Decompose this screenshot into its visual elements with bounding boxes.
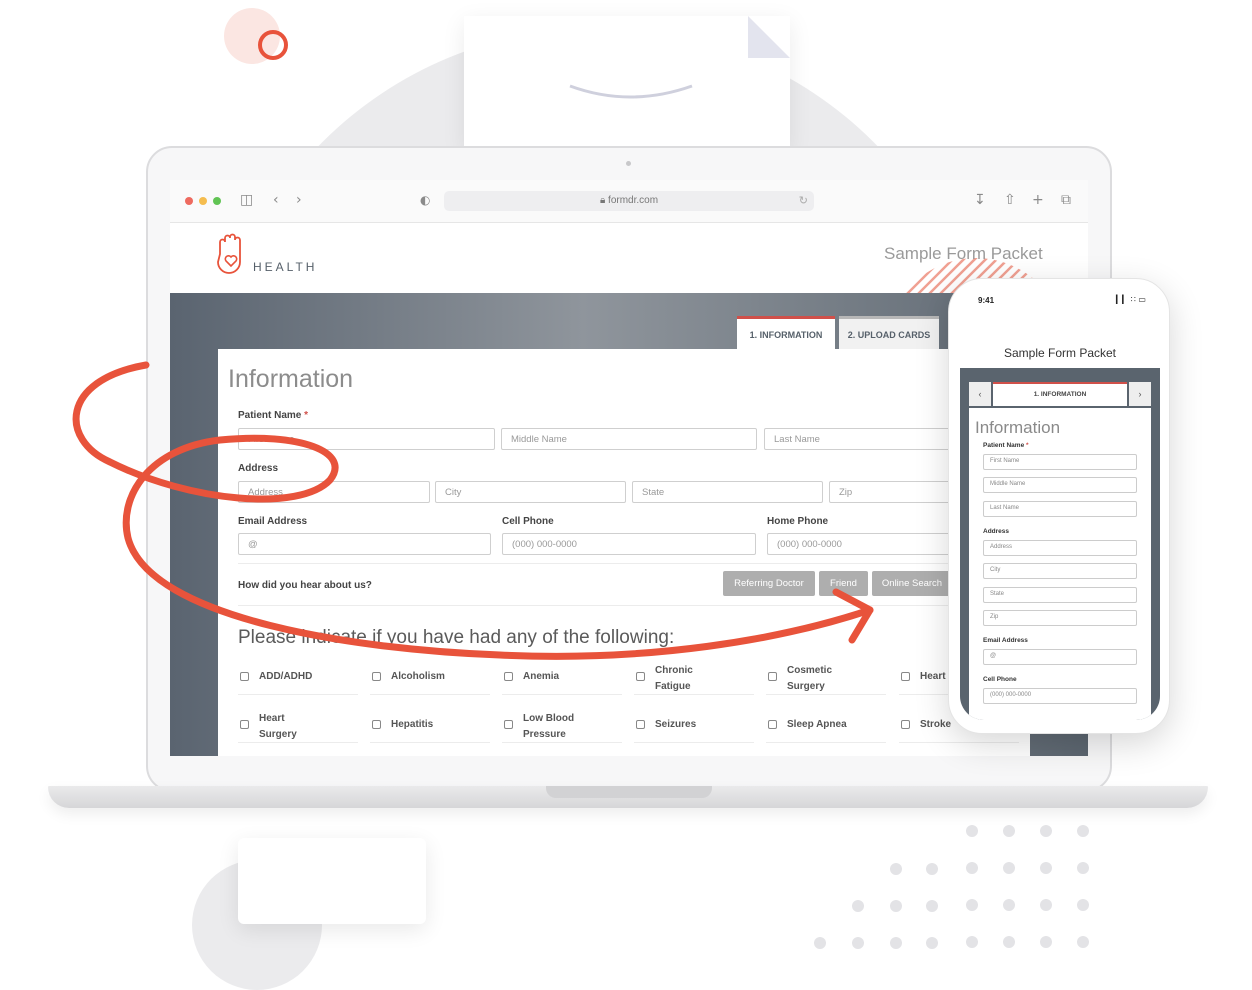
phone-middle-name-field[interactable]: Middle Name	[983, 477, 1137, 493]
phone-last-name-field[interactable]: Last Name	[983, 501, 1137, 517]
phone-patient-name-label: Patient Name *	[983, 442, 1029, 449]
phone-screen: 9:41 ▎▎ ∷ ▭ Sample Form Packet ‹ 1. INFO…	[960, 290, 1160, 720]
phone-address-label: Address	[983, 528, 1010, 535]
phone-cell-phone-field[interactable]: (000) 000-0000	[983, 688, 1137, 704]
phone-first-name-field[interactable]: First Name	[983, 454, 1137, 470]
phone-notch	[1000, 290, 1120, 308]
phone-form-card: Information Patient Name * First Name Mi…	[969, 408, 1151, 720]
phone-street-address-field[interactable]: Address	[983, 540, 1137, 556]
phone-email-field[interactable]: @	[983, 649, 1137, 665]
phone-email-label: Email Address	[983, 637, 1028, 644]
phone-packet-title: Sample Form Packet	[1003, 346, 1117, 360]
phone-prev-tab-button[interactable]: ‹	[969, 382, 991, 406]
phone-cell-phone-label: Cell Phone	[983, 676, 1017, 683]
phone-city-field[interactable]: City	[983, 563, 1137, 579]
phone-next-tab-button[interactable]: ›	[1129, 382, 1151, 406]
phone-state-field[interactable]: State	[983, 587, 1137, 603]
phone-clock: 9:41	[978, 296, 995, 305]
phone-tab-information[interactable]: 1. INFORMATION	[993, 382, 1127, 406]
signal-wifi-battery-icon: ▎▎ ∷ ▭	[1115, 295, 1146, 304]
phone-form-title: Information	[975, 418, 1061, 437]
phone-zip-field[interactable]: Zip	[983, 610, 1137, 626]
